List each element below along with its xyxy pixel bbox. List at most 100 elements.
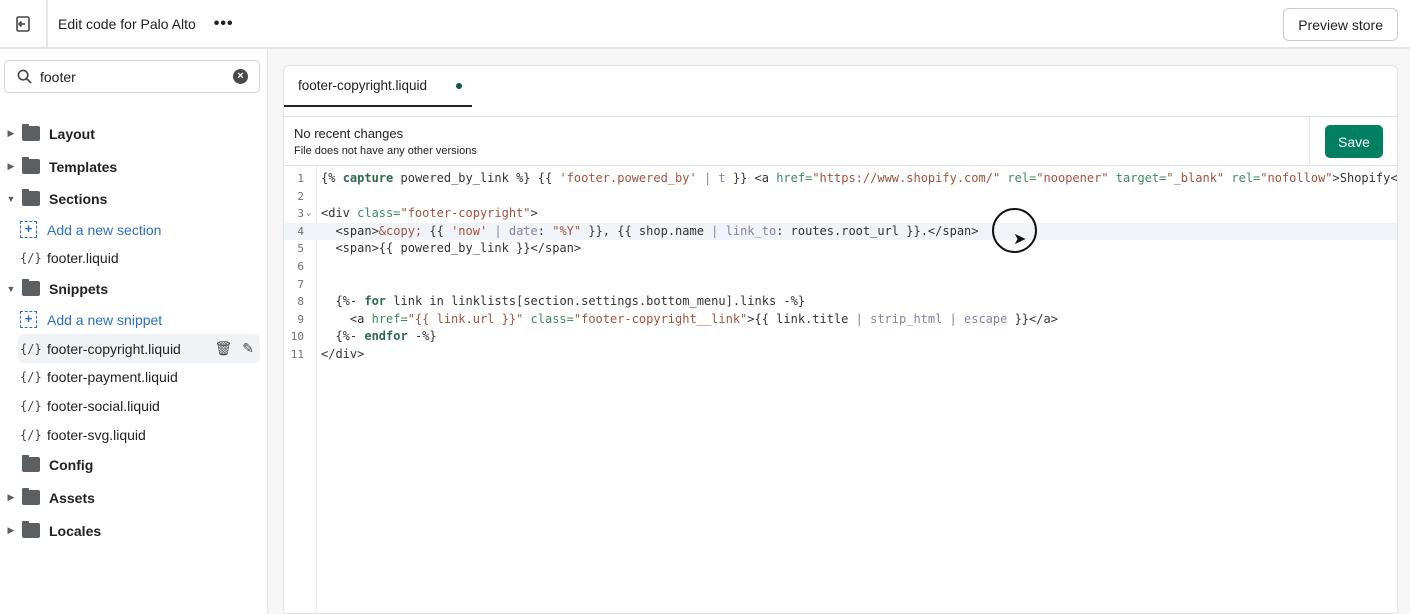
code-token: "noopener" bbox=[1036, 171, 1109, 185]
folder-icon bbox=[22, 521, 40, 538]
caret-down-icon[interactable]: ▼ bbox=[0, 194, 22, 204]
code-token: href= bbox=[776, 171, 813, 185]
version-subtext: File does not have any other versions bbox=[294, 145, 477, 157]
code-token: endfor bbox=[364, 329, 408, 344]
file-label: footer-svg.liquid bbox=[47, 426, 146, 443]
code-line[interactable]: 9 <a href="{{ link.url }}" class="footer… bbox=[284, 311, 1397, 329]
code-line[interactable]: 4 <span>&copy; {{ 'now' | date: "%Y" }},… bbox=[284, 222, 1397, 241]
search-field[interactable]: × bbox=[4, 60, 260, 93]
code-editor[interactable]: 1 {% capture powered_by_link %} {{ 'foote… bbox=[284, 166, 1397, 613]
caret-down-icon[interactable]: ▼ bbox=[0, 284, 22, 294]
line-number: 5 bbox=[297, 242, 304, 256]
line-number: 1 bbox=[297, 172, 304, 185]
code-text: <span>&copy; {{ 'now' | date: "%Y" }}, {… bbox=[321, 223, 979, 241]
folder-label: Locales bbox=[49, 522, 102, 539]
caret-right-icon[interactable]: ▶ bbox=[0, 128, 22, 139]
pencil-icon[interactable]: ✎ bbox=[242, 340, 254, 357]
folder-templates[interactable]: ▶ Templates bbox=[0, 152, 260, 181]
code-token: "https://www.shopify.com/" bbox=[812, 171, 1001, 185]
fold-toggle-icon[interactable]: ⌄ bbox=[306, 205, 311, 223]
line-number: 9 bbox=[297, 312, 304, 326]
add-file-icon: + bbox=[20, 311, 37, 328]
code-token: for bbox=[364, 294, 387, 309]
code-token: >{{ link.title bbox=[747, 311, 856, 326]
clear-search-icon[interactable]: × bbox=[233, 69, 248, 84]
liquid-file-icon: {/} bbox=[20, 250, 42, 265]
code-line[interactable]: 3 ⌄ <div class="footer-copyright"> bbox=[284, 205, 1397, 223]
code-token: -%} bbox=[407, 329, 437, 344]
code-line[interactable]: 2 bbox=[284, 188, 1397, 206]
save-button[interactable]: Save bbox=[1325, 125, 1383, 158]
file-label: footer.liquid bbox=[47, 249, 119, 266]
preview-store-button[interactable]: Preview store bbox=[1283, 8, 1398, 41]
tab-footer-copyright[interactable]: footer-copyright.liquid bbox=[284, 66, 472, 107]
folder-icon bbox=[22, 455, 40, 472]
folder-layout[interactable]: ▶ Layout bbox=[0, 119, 260, 148]
search-icon bbox=[17, 69, 32, 84]
code-token: rel= bbox=[1000, 171, 1037, 185]
code-line[interactable]: 5 <span>{{ powered_by_link }}</span> bbox=[284, 240, 1397, 258]
code-text: <a href="{{ link.url }}" class="footer-c… bbox=[321, 311, 1058, 329]
version-status: No recent changes bbox=[294, 126, 404, 141]
code-line[interactable]: 7 bbox=[284, 276, 1397, 294]
caret-right-icon[interactable]: ▶ bbox=[0, 525, 22, 536]
code-text: {%- for link in linklists[section.settin… bbox=[321, 293, 805, 311]
code-token: {%- bbox=[321, 329, 365, 344]
code-token: "footer-copyright" bbox=[400, 206, 531, 221]
line-number: 2 bbox=[297, 189, 304, 203]
code-line[interactable]: 1 {% capture powered_by_link %} {{ 'foote… bbox=[284, 170, 1397, 188]
code-token: >Shopify</a>{% bbox=[1332, 171, 1397, 185]
folder-assets[interactable]: ▶ Assets bbox=[0, 483, 260, 512]
code-token: }}</a> bbox=[1007, 311, 1058, 326]
line-number: 8 bbox=[297, 295, 304, 309]
code-token: > bbox=[530, 206, 538, 221]
code-token: }} <a bbox=[725, 171, 777, 185]
folder-icon bbox=[22, 279, 40, 296]
more-actions-button[interactable]: ••• bbox=[214, 15, 234, 33]
code-token: : routes.root_url }}.</span> bbox=[776, 223, 979, 238]
file-footer-payment-liquid[interactable]: {/} footer-payment.liquid bbox=[0, 362, 260, 391]
code-line[interactable]: 11 </div> bbox=[284, 346, 1397, 364]
code-token: capture bbox=[342, 171, 394, 185]
code-token: : bbox=[537, 223, 553, 238]
exit-button[interactable] bbox=[0, 0, 48, 48]
code-text: <span>{{ powered_by_link }}</span> bbox=[321, 240, 581, 258]
folder-locales[interactable]: ▶ Locales bbox=[0, 516, 260, 545]
add-link-label: Add a new snippet bbox=[47, 311, 163, 328]
line-number: 3 bbox=[297, 207, 304, 221]
tab-label: footer-copyright.liquid bbox=[298, 78, 428, 93]
caret-right-icon[interactable]: ▶ bbox=[0, 492, 22, 503]
folder-config[interactable]: Config bbox=[0, 450, 260, 479]
caret-right-icon[interactable]: ▶ bbox=[0, 161, 22, 172]
code-text: <div class="footer-copyright"> bbox=[321, 205, 538, 223]
code-token: <a bbox=[321, 311, 372, 326]
code-token: <span> bbox=[321, 223, 379, 238]
code-token: "footer-copyright__link" bbox=[573, 311, 748, 326]
folder-sections[interactable]: ▼ Sections bbox=[0, 184, 260, 213]
file-footer-copyright-liquid[interactable]: {/} footer-copyright.liquid 🗑 ✎ bbox=[18, 334, 260, 363]
file-add-a-new-snippet[interactable]: + Add a new snippet bbox=[0, 305, 260, 334]
file-footer-svg-liquid[interactable]: {/} footer-svg.liquid bbox=[0, 420, 260, 449]
code-token: &copy; bbox=[378, 223, 423, 238]
folder-icon bbox=[22, 488, 40, 505]
line-number: 7 bbox=[297, 277, 304, 291]
folder-icon bbox=[22, 189, 40, 206]
folder-snippets[interactable]: ▼ Snippets bbox=[0, 274, 260, 303]
search-input[interactable] bbox=[40, 68, 220, 85]
editor-panel: footer-copyright.liquid No recent change… bbox=[283, 65, 1398, 614]
folder-icon bbox=[22, 157, 40, 174]
code-line[interactable]: 6 bbox=[284, 258, 1397, 276]
file-add-a-new-section[interactable]: + Add a new section bbox=[0, 215, 260, 244]
code-token: }}, {{ shop.name bbox=[581, 223, 712, 238]
trash-icon[interactable]: 🗑 bbox=[214, 340, 232, 357]
code-line[interactable]: 10 {%- endfor -%} bbox=[284, 328, 1397, 346]
code-line[interactable]: 8 {%- for link in linklists[section.sett… bbox=[284, 293, 1397, 311]
code-text: {%- endfor -%} bbox=[321, 328, 437, 346]
file-footer-liquid[interactable]: {/} footer.liquid bbox=[0, 243, 260, 272]
unsaved-dot-icon bbox=[456, 83, 462, 89]
add-file-icon: + bbox=[20, 221, 37, 238]
code-token: rel= bbox=[1224, 171, 1261, 185]
file-footer-social-liquid[interactable]: {/} footer-social.liquid bbox=[0, 391, 260, 420]
version-bar: No recent changes File does not have any… bbox=[284, 116, 1397, 166]
code-token: "%Y" bbox=[552, 223, 582, 238]
